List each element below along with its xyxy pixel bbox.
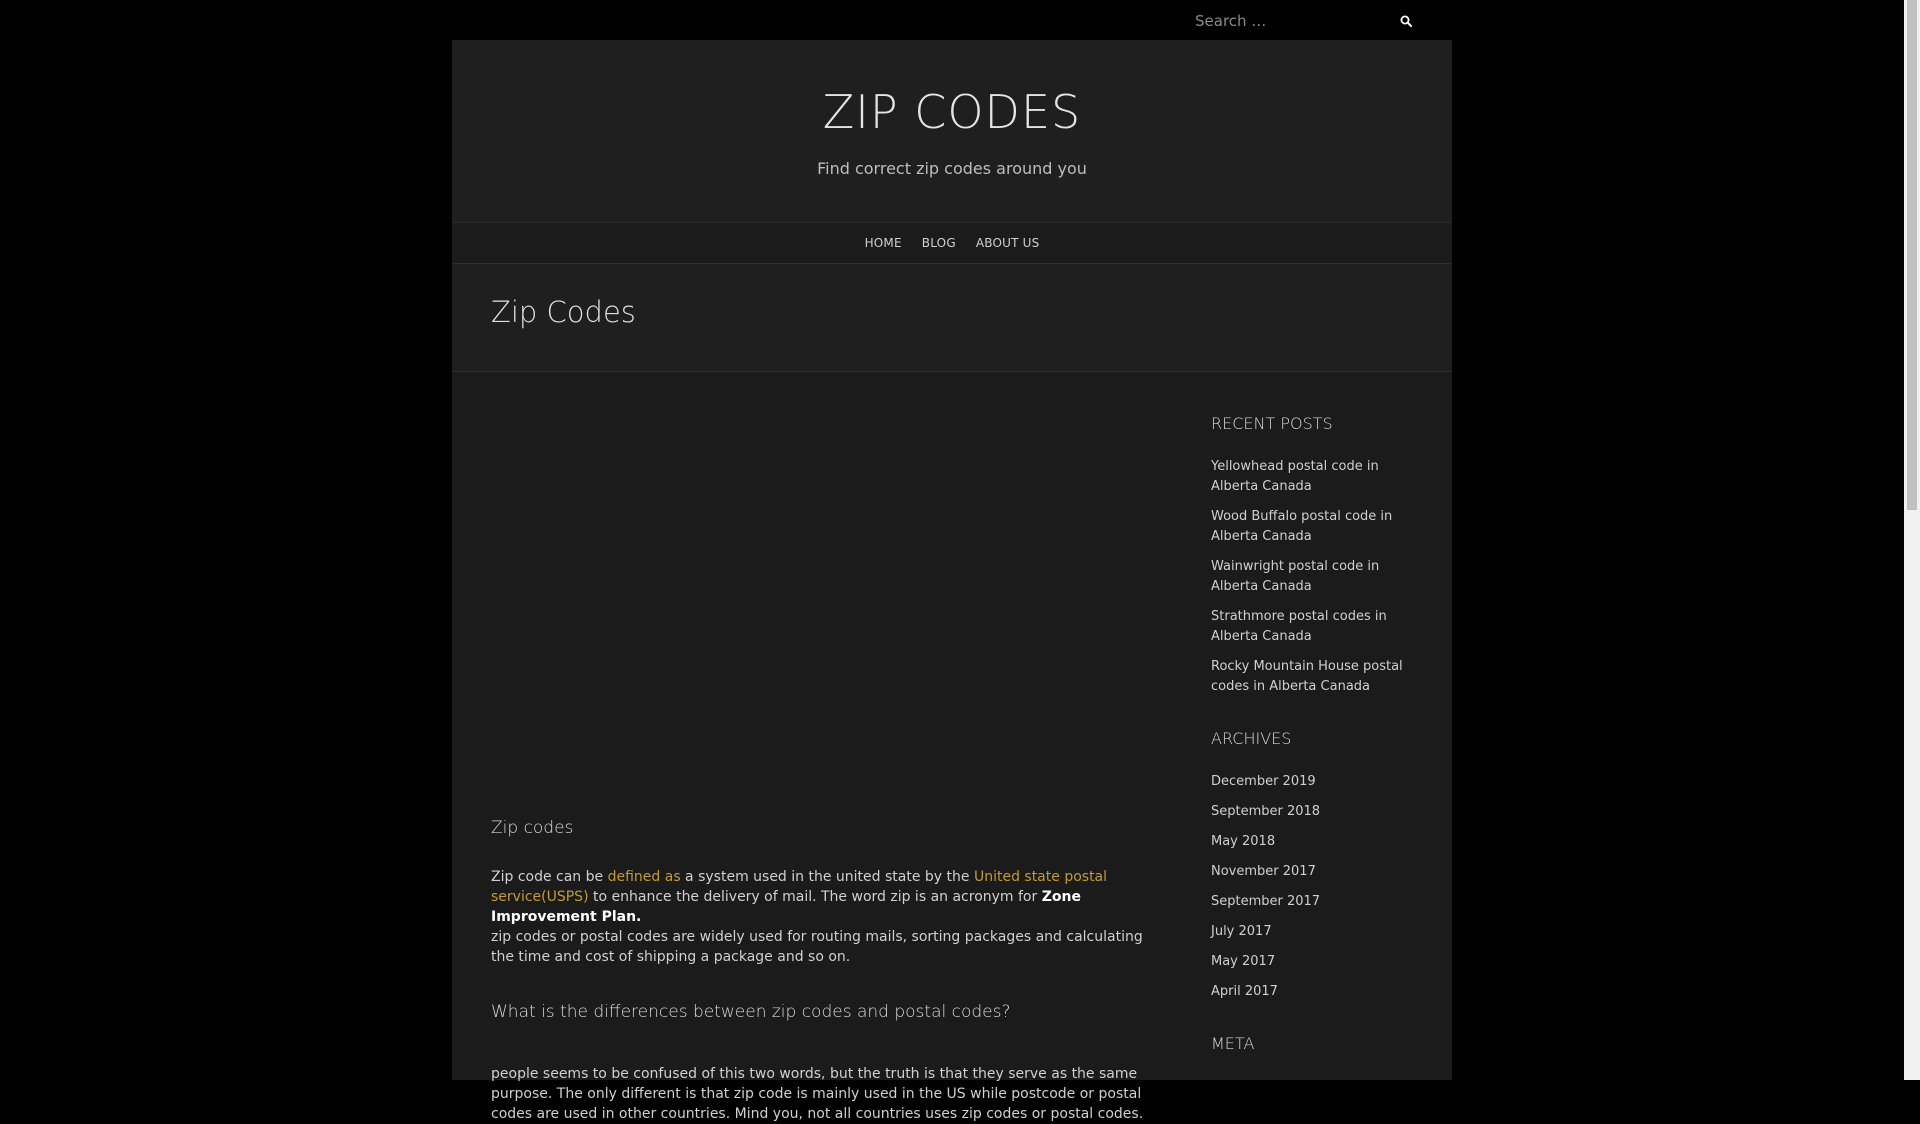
archive-link[interactable]: May 2018 [1211, 834, 1275, 849]
list-item: May 2018 [1211, 832, 1411, 852]
list-item: November 2017 [1211, 862, 1411, 882]
list-item: September 2017 [1211, 892, 1411, 912]
vertical-scrollbar[interactable] [1904, 0, 1920, 1080]
page-container: ZIP CODES Find correct zip codes around … [452, 40, 1452, 1122]
list-item: December 2019 [1211, 772, 1411, 792]
intro-text-1: Zip code can be [491, 869, 608, 885]
recent-posts-title: RECENT POSTS [1211, 414, 1333, 433]
site-header: ZIP CODES Find correct zip codes around … [452, 40, 1452, 222]
archives-title: ARCHIVES [1211, 729, 1292, 748]
archives-widget: ARCHIVES December 2019 September 2018 Ma… [1211, 729, 1411, 1002]
nav-item-home[interactable]: HOME [865, 236, 902, 250]
list-item: July 2017 [1211, 922, 1411, 942]
archives-list: December 2019 September 2018 May 2018 No… [1211, 772, 1411, 1002]
ad-placeholder [491, 373, 1166, 773]
page-title-bar: Zip Codes [452, 265, 1452, 372]
intro-text-4: zip codes or postal codes are widely use… [491, 929, 1143, 965]
list-item: May 2017 [1211, 952, 1411, 972]
differences-paragraph: people seems to be confused of this two … [491, 1066, 1144, 1122]
recent-post-link[interactable]: Strathmore postal codes in Alberta Canad… [1211, 609, 1387, 644]
list-item: Rocky Mountain House postal codes in Alb… [1211, 657, 1411, 697]
list-item: Wood Buffalo postal code in Alberta Cana… [1211, 507, 1411, 547]
main-navigation: HOME BLOG ABOUT US [452, 222, 1452, 264]
nav-item-about-us[interactable]: ABOUT US [976, 236, 1040, 250]
archive-link[interactable]: May 2017 [1211, 954, 1275, 969]
defined-as-link[interactable]: defined as [608, 869, 681, 885]
intro-paragraph: Zip code can be defined as a system used… [491, 867, 1166, 967]
scrollbar-thumb[interactable] [1907, 0, 1917, 510]
archive-link[interactable]: September 2017 [1211, 894, 1320, 909]
main-content: Zip codes Zip code can be defined as a s… [491, 373, 1166, 1124]
intro-text-3: to enhance the delivery of mail. The wor… [588, 889, 1042, 905]
archive-link[interactable]: April 2017 [1211, 984, 1278, 999]
site-title[interactable]: ZIP CODES [452, 85, 1452, 139]
list-item: Yellowhead postal code in Alberta Canada [1211, 457, 1411, 497]
page-title: Zip Codes [491, 295, 636, 329]
recent-post-link[interactable]: Yellowhead postal code in Alberta Canada [1211, 459, 1379, 494]
search-form [1183, 6, 1423, 36]
list-item: Strathmore postal codes in Alberta Canad… [1211, 607, 1411, 647]
search-button[interactable] [1389, 6, 1423, 36]
section-heading-zip-codes: Zip codes [491, 818, 574, 838]
list-item: Wainwright postal code in Alberta Canada [1211, 557, 1411, 597]
archive-link[interactable]: December 2019 [1211, 774, 1316, 789]
recent-post-link[interactable]: Wainwright postal code in Alberta Canada [1211, 559, 1379, 594]
list-item: September 2018 [1211, 802, 1411, 822]
archive-link[interactable]: July 2017 [1211, 924, 1272, 939]
recent-posts-widget: RECENT POSTS Yellowhead postal code in A… [1211, 414, 1411, 697]
archive-link[interactable]: November 2017 [1211, 864, 1316, 879]
search-icon [1400, 15, 1412, 27]
recent-posts-list: Yellowhead postal code in Alberta Canada… [1211, 457, 1411, 697]
intro-text-2: a system used in the united state by the [680, 869, 974, 885]
meta-widget: META [1211, 1034, 1411, 1053]
site-tagline: Find correct zip codes around you [817, 159, 1087, 178]
nav-item-blog[interactable]: BLOG [922, 236, 956, 250]
archive-link[interactable]: September 2018 [1211, 804, 1320, 819]
meta-title: META [1211, 1034, 1255, 1053]
list-item: April 2017 [1211, 982, 1411, 1002]
recent-post-link[interactable]: Wood Buffalo postal code in Alberta Cana… [1211, 509, 1392, 544]
search-input[interactable] [1183, 6, 1383, 36]
sidebar: RECENT POSTS Yellowhead postal code in A… [1211, 414, 1411, 1053]
top-bar [0, 0, 1904, 40]
recent-post-link[interactable]: Rocky Mountain House postal codes in Alb… [1211, 659, 1403, 694]
section-heading-differences: What is the differences between zip code… [491, 1002, 1011, 1022]
